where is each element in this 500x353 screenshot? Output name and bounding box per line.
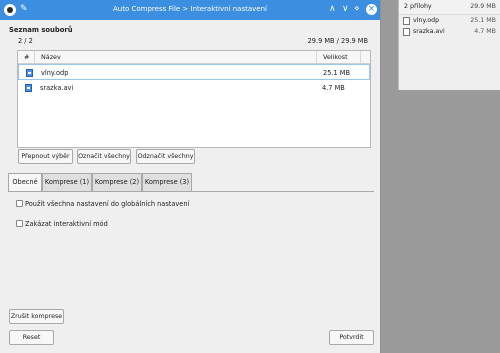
- tab-compression-2[interactable]: Komprese (2): [92, 173, 142, 191]
- close-button[interactable]: ×: [366, 4, 377, 15]
- column-divider: [316, 51, 317, 63]
- attachments-title: 2 přílohy: [404, 3, 432, 10]
- reset-button[interactable]: Reset: [9, 330, 54, 345]
- maximize-button[interactable]: ⋄: [354, 4, 360, 15]
- file-total-size: 29.9 MB / 29.9 MB: [307, 37, 368, 45]
- compress-dialog: ✎ Auto Compress File > Interaktivní nast…: [0, 0, 381, 353]
- attachments-pane: 2 přílohy 29.9 MB vlny.odp 25.1 MB srazk…: [398, 0, 500, 90]
- table-row[interactable]: srazka.avi 4.7 MB: [18, 80, 370, 96]
- column-name[interactable]: Název: [41, 53, 61, 61]
- video-file-icon: [403, 28, 410, 36]
- attachment-name: vlny.odp: [413, 17, 440, 24]
- file-size: 4.7 MB: [322, 84, 345, 92]
- file-name: srazka.avi: [40, 84, 74, 92]
- table-row[interactable]: vlny.odp 25.1 MB: [18, 64, 370, 80]
- minimize-button[interactable]: ∧: [329, 4, 336, 15]
- column-index[interactable]: #: [24, 53, 29, 61]
- disable-interactive-label[interactable]: Zakázat interaktivní mód: [25, 220, 108, 228]
- column-divider: [360, 51, 361, 63]
- table-header: # Název Velikost: [18, 51, 370, 64]
- column-size[interactable]: Velikost: [323, 53, 348, 61]
- file-list-title: Seznam souborů: [9, 26, 73, 34]
- tab-compression-3[interactable]: Komprese (3): [142, 173, 192, 191]
- disable-interactive-checkbox[interactable]: [16, 220, 23, 227]
- deselect-all-button[interactable]: Odznačit všechny: [136, 149, 195, 164]
- document-icon: [403, 17, 410, 25]
- file-size: 25.1 MB: [323, 69, 350, 77]
- cancel-compression-button[interactable]: Zrušit komprese: [9, 309, 64, 324]
- file-checked-icon[interactable]: [25, 84, 32, 92]
- column-divider: [34, 51, 35, 63]
- invert-selection-button[interactable]: Přepnout výběr: [18, 149, 73, 164]
- dialog-titlebar[interactable]: ✎ Auto Compress File > Interaktivní nast…: [0, 0, 380, 20]
- use-global-label[interactable]: Použít všechna nastavení do globálních n…: [25, 200, 189, 208]
- file-checked-icon[interactable]: [26, 69, 33, 77]
- general-tab-pane: [8, 191, 374, 322]
- file-count: 2 / 2: [18, 37, 33, 45]
- attachment-size: 4.7 MB: [474, 28, 496, 35]
- attachments-total: 29.9 MB: [470, 3, 496, 10]
- confirm-button[interactable]: Potvrdit: [329, 330, 374, 345]
- file-name: vlny.odp: [41, 69, 69, 77]
- use-global-checkbox[interactable]: [16, 200, 23, 207]
- select-all-button[interactable]: Označit všechny: [77, 149, 131, 164]
- attachment-size: 25.1 MB: [470, 17, 496, 24]
- tab-compression-1[interactable]: Komprese (1): [42, 173, 92, 191]
- shade-button[interactable]: ∨: [342, 4, 349, 15]
- attachments-header: 2 přílohy 29.9 MB: [399, 0, 500, 15]
- file-table[interactable]: # Název Velikost vlny.odp 25.1 MB srazka…: [17, 50, 371, 148]
- dialog-title: Auto Compress File > Interaktivní nastav…: [113, 5, 267, 13]
- tab-general[interactable]: Obecné: [8, 173, 42, 192]
- attachment-name: srazka.avi: [413, 28, 445, 35]
- attachment-row[interactable]: srazka.avi 4.7 MB: [399, 26, 500, 38]
